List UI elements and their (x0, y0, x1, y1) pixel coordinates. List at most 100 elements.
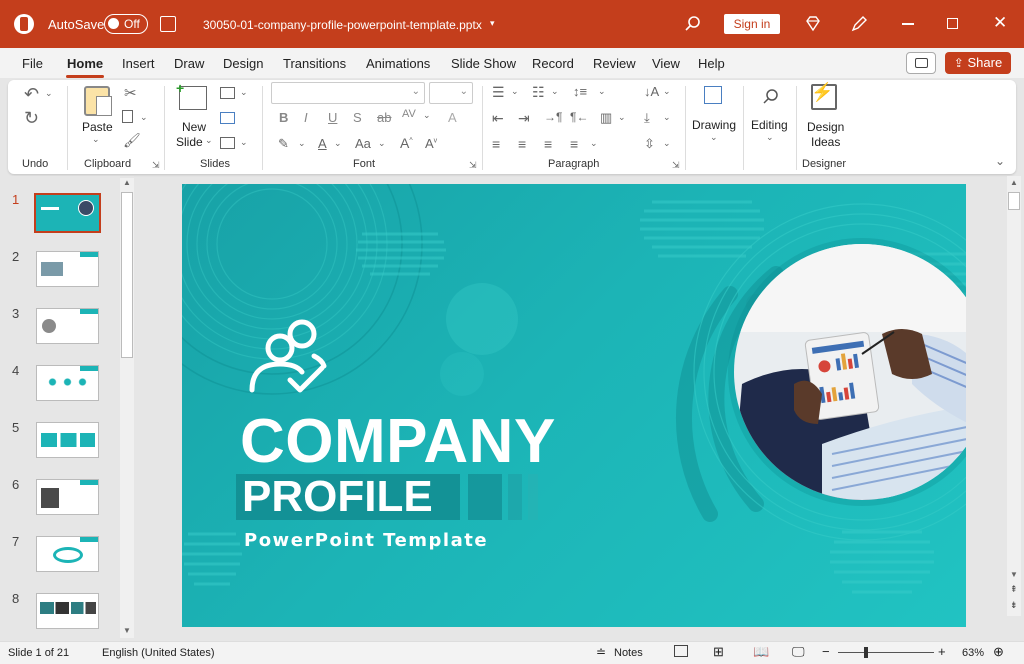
slide-thumbnail-1[interactable] (34, 193, 101, 233)
layout-dropdown-icon[interactable]: ⌄ (240, 87, 248, 98)
font-size-combo[interactable]: ⌄ (429, 82, 473, 104)
zoom-out-icon[interactable]: − (822, 644, 830, 659)
close-icon[interactable]: ✕ (993, 13, 1007, 33)
zoom-in-icon[interactable]: + (938, 644, 946, 659)
diamond-icon[interactable] (804, 15, 822, 33)
clear-format-icon[interactable]: A (448, 110, 457, 125)
sort-dropdown-icon[interactable]: ⌄ (663, 86, 671, 97)
scroll-down-arrow[interactable]: ▼ (123, 626, 131, 635)
section-icon[interactable] (220, 137, 235, 149)
layout-icon[interactable] (220, 87, 235, 99)
columns-icon[interactable]: ▥ (600, 110, 612, 126)
new-slide-label-2[interactable]: Slide (176, 135, 203, 149)
font-name-combo[interactable]: ⌄ (271, 82, 425, 104)
menu-review[interactable]: Review (593, 56, 636, 71)
previous-slide-icon[interactable]: ⇞ (1010, 584, 1018, 595)
italic-icon[interactable]: I (304, 110, 308, 125)
editing-label[interactable]: Editing (751, 118, 788, 132)
comments-button[interactable] (906, 52, 936, 74)
undo-icon[interactable]: ↶ (24, 84, 39, 105)
notes-button[interactable]: Notes (614, 647, 643, 659)
clipboard-launcher-icon[interactable]: ⇲ (152, 160, 160, 171)
format-painter-icon[interactable]: 🖌 (123, 132, 141, 149)
slide-thumbnail-5[interactable] (36, 422, 99, 458)
editing-dropdown-icon[interactable]: ⌄ (766, 132, 774, 143)
justify-dropdown-icon[interactable]: ⌄ (590, 138, 598, 149)
slide-title-line-2[interactable]: PROFILE (242, 472, 433, 522)
text-direction-dropdown-icon[interactable]: ⌄ (663, 112, 671, 123)
menu-transitions[interactable]: Transitions (283, 56, 346, 71)
scroll-up-arrow[interactable]: ▲ (1010, 178, 1018, 187)
decrease-indent-icon[interactable]: ⇤ (492, 110, 504, 127)
cut-icon[interactable]: ✂ (124, 84, 137, 102)
slide-thumbnail-7[interactable] (36, 536, 99, 572)
collapse-ribbon-icon[interactable]: ⌄ (995, 154, 1005, 168)
paste-label[interactable]: Paste (82, 120, 113, 134)
highlight-dropdown-icon[interactable]: ⌄ (298, 138, 306, 149)
slideshow-icon[interactable]: 🖵 (792, 644, 805, 660)
ltr-icon[interactable]: →¶ (544, 110, 562, 124)
menu-insert[interactable]: Insert (122, 56, 155, 71)
design-ideas-label-2[interactable]: Ideas (811, 135, 840, 149)
align-center-icon[interactable]: ≡ (518, 136, 526, 152)
highlight-icon[interactable]: ✎ (278, 136, 289, 152)
language-indicator[interactable]: English (United States) (102, 647, 215, 659)
redo-icon[interactable]: ↻ (24, 108, 39, 129)
fit-slide-icon[interactable]: ⊕ (993, 644, 1004, 660)
menu-animations[interactable]: Animations (366, 56, 430, 71)
thumbnail-scrollbar[interactable]: ▲ ▼ (120, 178, 134, 638)
new-slide-dropdown-icon[interactable]: ⌄ (205, 135, 213, 146)
save-icon[interactable] (160, 16, 176, 32)
scroll-thumb[interactable] (121, 192, 133, 358)
new-slide-label-1[interactable]: New (182, 120, 206, 134)
increase-indent-icon[interactable]: ⇥ (518, 110, 530, 127)
paragraph-launcher-icon[interactable]: ⇲ (672, 160, 680, 171)
drawing-label[interactable]: Drawing (692, 118, 736, 132)
font-launcher-icon[interactable]: ⇲ (469, 160, 477, 171)
char-spacing-icon[interactable]: AV (402, 108, 416, 120)
shadow-icon[interactable]: S (353, 110, 362, 125)
slide-subtitle[interactable]: PowerPoint Template (244, 530, 488, 551)
menu-slide-show[interactable]: Slide Show (451, 56, 516, 71)
menu-home[interactable]: Home (67, 56, 103, 71)
bullets-dropdown-icon[interactable]: ⌄ (511, 86, 519, 97)
font-color-icon[interactable]: A (318, 136, 327, 151)
grow-font-icon[interactable]: A^ (400, 135, 413, 151)
align-left-icon[interactable]: ≡ (492, 136, 500, 152)
bold-icon[interactable]: B (279, 110, 288, 125)
align-text-dropdown-icon[interactable]: ⌄ (663, 138, 671, 149)
char-spacing-dropdown-icon[interactable]: ⌄ (423, 110, 431, 121)
scroll-thumb[interactable] (1008, 192, 1020, 210)
scroll-down-arrow[interactable]: ▼ (1010, 570, 1018, 579)
zoom-level[interactable]: 63% (962, 647, 984, 659)
align-right-icon[interactable]: ≡ (544, 136, 552, 152)
strikethrough-icon[interactable]: ab (377, 110, 391, 125)
editing-search-icon[interactable] (762, 88, 780, 106)
design-ideas-label-1[interactable]: Design (807, 120, 844, 134)
autosave-toggle[interactable]: Off (104, 14, 148, 34)
change-case-icon[interactable]: Aa (355, 136, 371, 151)
normal-view-icon[interactable] (674, 645, 688, 657)
columns-dropdown-icon[interactable]: ⌄ (618, 112, 626, 123)
maximize-icon[interactable] (947, 18, 958, 29)
numbering-dropdown-icon[interactable]: ⌄ (551, 86, 559, 97)
menu-design[interactable]: Design (223, 56, 263, 71)
drawing-icon[interactable] (704, 86, 722, 104)
slide-title-line-1[interactable]: COMPANY (240, 406, 556, 477)
shrink-font-icon[interactable]: Av (425, 136, 437, 151)
rtl-icon[interactable]: ¶← (570, 110, 588, 124)
share-button[interactable]: ⇪ Share (945, 52, 1011, 74)
copy-icon[interactable] (122, 110, 133, 123)
change-case-dropdown-icon[interactable]: ⌄ (378, 138, 386, 149)
slide-scrollbar[interactable]: ▲ ▼ ⇞ ⇟ (1007, 176, 1021, 616)
slide-canvas[interactable]: COMPANY PROFILE PowerPoint Template (182, 184, 966, 627)
next-slide-icon[interactable]: ⇟ (1010, 600, 1018, 611)
scroll-up-arrow[interactable]: ▲ (123, 178, 131, 187)
notes-icon[interactable]: ≐ (596, 645, 606, 659)
paste-dropdown-icon[interactable]: ⌄ (92, 134, 100, 145)
slide-thumbnail-4[interactable] (36, 365, 99, 401)
minimize-icon[interactable] (902, 23, 914, 25)
bullets-icon[interactable]: ☰ (492, 84, 505, 101)
align-text-icon[interactable]: ⇳ (644, 136, 655, 152)
slide-thumbnail-3[interactable] (36, 308, 99, 344)
